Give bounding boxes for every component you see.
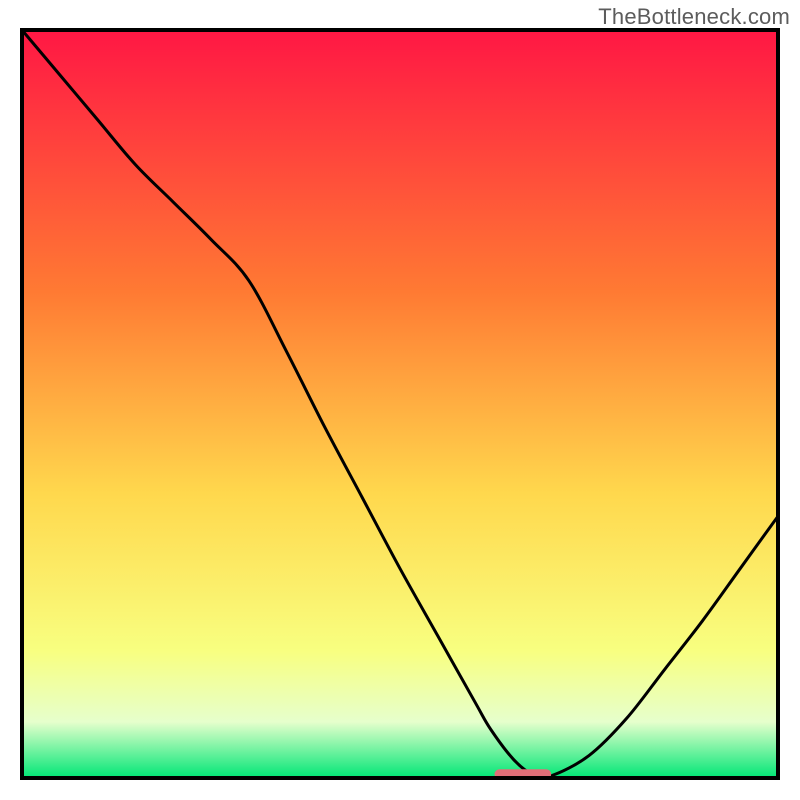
chart-container: TheBottleneck.com — [0, 0, 800, 800]
gradient-background — [22, 30, 778, 778]
bottleneck-chart — [0, 0, 800, 800]
